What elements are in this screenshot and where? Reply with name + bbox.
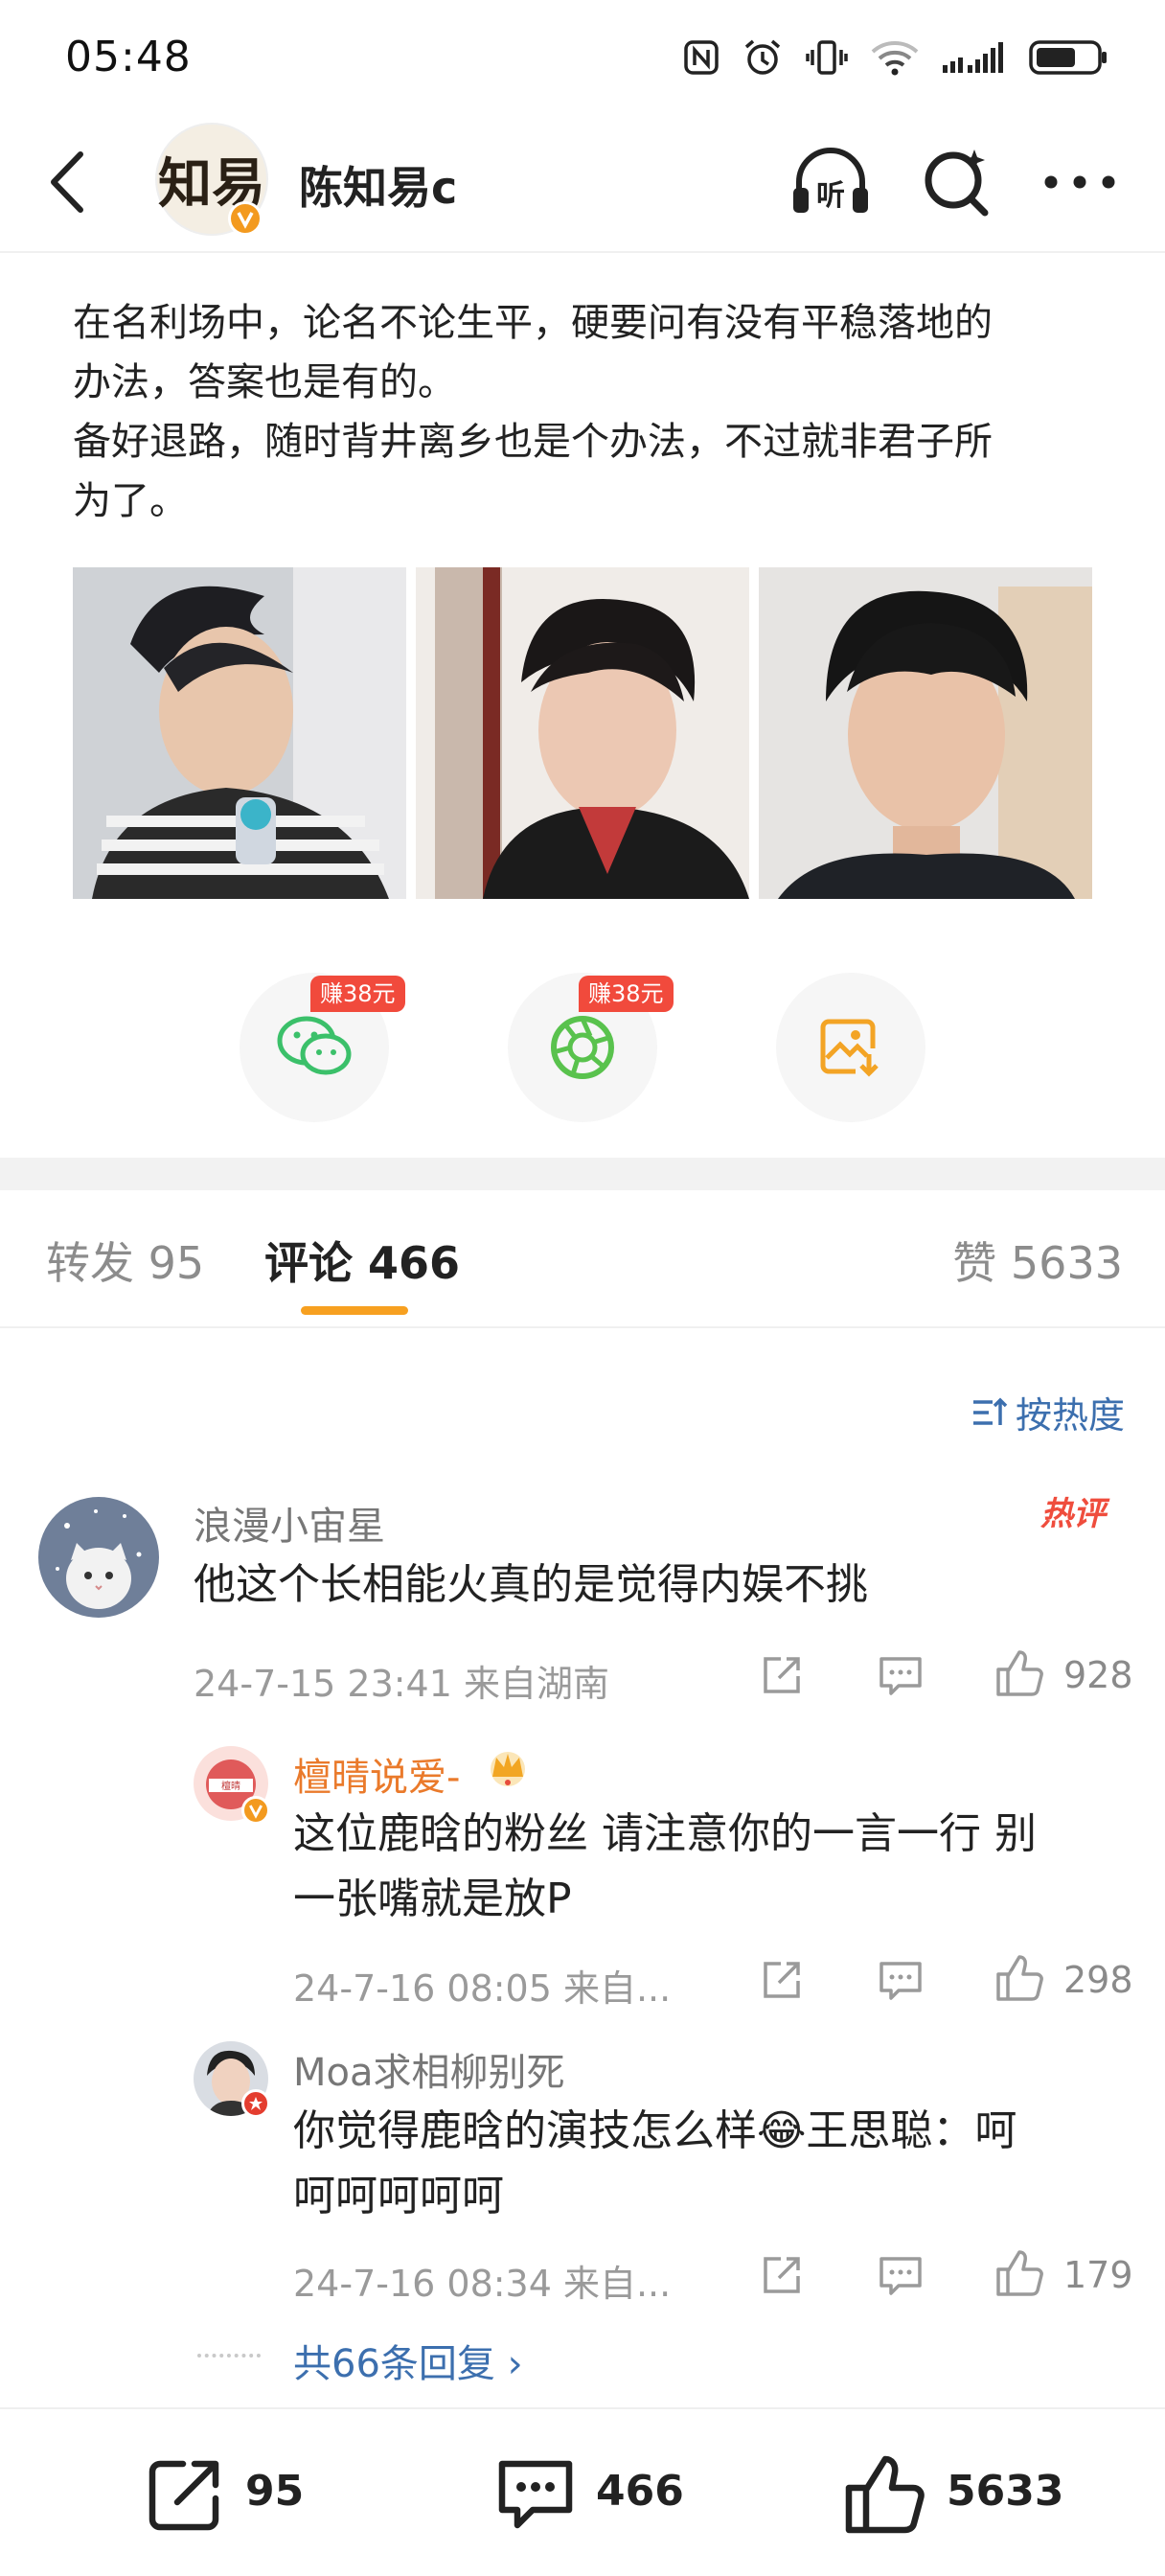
tabs-divider [0,1326,1165,1328]
comment-icon [879,1962,922,2000]
bottom-bar-divider [0,2407,1165,2409]
wifi-icon [871,41,919,76]
battery-icon [1029,40,1107,75]
reply-verified-badge-icon [241,1796,270,1825]
comment-text: 他这个长相能火真的是觉得内娱不挑 [194,1560,868,1609]
svg-text:檀晴: 檀晴 [221,1780,240,1792]
svg-text:听: 听 [816,179,845,213]
comment-share-button[interactable] [753,1646,811,1704]
thumb-up-icon [996,1955,1043,2001]
nfc-icon [684,40,719,75]
reply-text: 这位鹿晗的粉丝 请注意你的一言一行 别 一张嘴就是放P [293,1802,1037,1932]
post-image-3[interactable] [759,567,1092,899]
status-icons [682,34,1108,80]
headphones-icon: 听 [793,148,868,213]
share-icon [764,2257,800,2293]
member-badge-icon [241,2089,270,2118]
post-line: 备好退路，随时背井离乡也是个办法，不过就非君子所 [73,420,993,464]
replies-divider [197,2354,261,2358]
post-image-2[interactable] [416,567,749,899]
comment-like-button[interactable] [991,1644,1048,1702]
reply-meta: 24-7-16 08:05 来自... [293,1967,672,2010]
tab-like[interactable]: 赞 5633 [952,1229,1123,1292]
comment-reply-button[interactable] [872,1646,929,1704]
vibrate-icon [806,40,848,75]
more-replies-link[interactable]: 共66条回复 › [293,2333,523,2388]
verified-badge-icon [228,201,263,236]
commenter-avatar[interactable] [38,1497,159,1618]
crown-icon [483,1744,533,1792]
comment-icon [879,2257,922,2295]
alarm-icon [744,39,781,75]
tab-comment[interactable]: 评论 466 [264,1229,460,1292]
moments-shutter-icon [551,1016,614,1079]
repost-icon [148,2460,219,2531]
post-image-1[interactable] [73,567,406,899]
listen-button[interactable]: 听 [788,139,874,225]
reply-name[interactable]: Moa求相柳别死 [293,2041,565,2097]
header-divider [0,251,1165,253]
tab-repost[interactable]: 转发 95 [46,1229,204,1292]
hot-comment-badge: 热评 [1040,1495,1106,1533]
search-button[interactable] [914,139,1000,225]
comment-meta: 24-7-15 23:41 来自湖南 [194,1663,609,1705]
reply-text-line: 这位鹿晗的粉丝 请注意你的一言一行 别 [293,1809,1037,1858]
bottom-repost-count: 95 [245,2467,305,2516]
thumb-up-icon [996,2250,1043,2296]
share-icon [764,1962,800,1998]
reply-reply-button[interactable] [872,1951,929,2009]
sort-icon [972,1397,1008,1425]
status-time: 05:48 [65,33,192,81]
reply-like-button[interactable] [991,1949,1048,2007]
post-line: 办法，答案也是有的。 [73,360,456,404]
back-button[interactable] [38,144,96,220]
save-image-icon [820,1019,879,1077]
section-separator [0,1158,1165,1190]
search-icon [925,150,989,217]
reply-text-line: 你觉得鹿晗的演技怎么样😂王思聪：呵 [293,2106,1017,2155]
signal-icon [943,42,1003,73]
reply-like-count: 298 [1063,1959,1133,2001]
tab-active-indicator [301,1306,408,1315]
comment-like-count: 928 [1063,1654,1133,1696]
wechat-earn-badge: 赚38元 [310,976,405,1012]
reply-share-button[interactable] [753,2246,811,2304]
share-icon [764,1657,800,1693]
reply-reply-button[interactable] [872,2246,929,2304]
post-text: 在名利场中，论名不论生平，硬要问有没有平稳落地的 办法，答案也是有的。 备好退路… [73,293,1098,531]
comment-icon [498,2460,573,2529]
bottom-like-count: 5633 [947,2467,1064,2516]
reply-share-button[interactable] [753,1951,811,2009]
sort-label: 按热度 [1015,1394,1125,1437]
reply-text-line: 一张嘴就是放P [293,1874,572,1923]
thumb-up-icon [845,2455,925,2534]
post-line: 在名利场中，论名不论生平，硬要问有没有平稳落地的 [73,301,993,345]
reply-name[interactable]: 檀晴说爱- [293,1746,460,1802]
bottom-like-button[interactable] [843,2453,925,2536]
bottom-repost-button[interactable] [144,2453,226,2536]
comment-icon [879,1657,922,1695]
thumb-up-icon [996,1650,1043,1696]
sort-by-hot-button[interactable]: 按热度 [971,1386,1125,1438]
reply-text-line: 呵呵呵呵呵 [293,2172,504,2220]
bottom-comment-count: 466 [596,2467,684,2516]
back-arrow-icon [51,151,83,213]
reply-meta: 24-7-16 08:34 来自... [293,2263,672,2305]
reply-text: 你觉得鹿晗的演技怎么样😂王思聪：呵 呵呵呵呵呵 [293,2099,1017,2229]
more-button[interactable] [1037,139,1123,225]
wechat-icon [277,1016,352,1075]
post-line: 为了。 [73,479,188,523]
commenter-name[interactable]: 浪漫小宙星 [194,1495,385,1551]
bottom-comment-button[interactable] [494,2453,577,2536]
save-image-button[interactable] [776,973,925,1122]
more-dots-icon [1044,175,1115,189]
moments-earn-badge: 赚38元 [579,976,674,1012]
author-name[interactable]: 陈知易c [299,153,457,217]
reply-like-button[interactable] [991,2244,1048,2302]
reply-like-count: 179 [1063,2254,1133,2296]
